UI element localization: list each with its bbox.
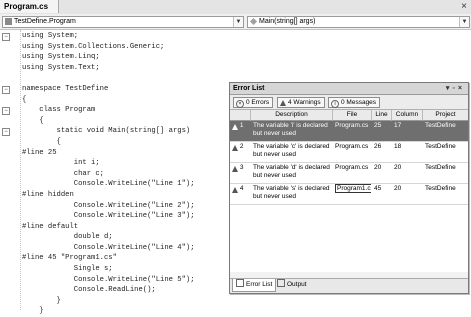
- code-line: − static void Main(string[] args): [2, 126, 252, 137]
- error-description: The variable 'i' is declared but never u…: [253, 122, 328, 137]
- type-dropdown-value: TestDefine.Program: [14, 18, 76, 25]
- messages-filter-button[interactable]: i0 Messages: [328, 97, 381, 108]
- error-description: The variable 'd' is declared but never u…: [253, 164, 330, 179]
- error-list-panel: Error List ▾▫× × 0 Errors 4 Warnings i0 M…: [229, 82, 469, 294]
- collapse-icon[interactable]: −: [2, 128, 10, 137]
- code-line: using System.Text;: [22, 63, 100, 72]
- error-line: 20: [374, 164, 382, 171]
- code-line: int i;: [22, 159, 100, 168]
- error-list-icon: [236, 279, 244, 287]
- code-line: #line default: [22, 222, 79, 231]
- code-line: {: [22, 116, 44, 125]
- type-dropdown[interactable]: TestDefine.Program ▼: [2, 16, 244, 28]
- chevron-down-icon[interactable]: ▼: [233, 17, 243, 27]
- tab-output[interactable]: Output: [274, 279, 310, 291]
- code-line: Single s;: [22, 265, 113, 274]
- member-dropdown-value: Main(string[] args): [259, 18, 316, 25]
- member-dropdown[interactable]: Main(string[] args) ▼: [247, 16, 470, 28]
- warnings-filter-button[interactable]: 4 Warnings: [277, 97, 325, 108]
- table-row[interactable]: 3 The variable 'd' is declared but never…: [230, 163, 468, 184]
- error-project: TestDefine: [425, 185, 456, 192]
- error-file: Program.cs: [335, 143, 369, 150]
- error-project: TestDefine: [425, 143, 456, 150]
- panel-tab-strip: Error List Output: [230, 278, 468, 293]
- table-row[interactable]: 1 The variable 'i' is declared but never…: [230, 121, 468, 142]
- code-line: Console.WriteLine("Line 1");: [22, 180, 195, 189]
- method-icon: [249, 17, 258, 26]
- error-filter-bar: × 0 Errors 4 Warnings i0 Messages: [230, 95, 468, 110]
- output-icon: [277, 279, 285, 287]
- code-line: − using System;: [2, 31, 252, 42]
- error-file: Program1.cs: [333, 184, 371, 204]
- warning-icon: [232, 124, 238, 130]
- code-line: Console.WriteLine("Line 3");: [22, 212, 195, 221]
- info-icon: i: [331, 100, 339, 108]
- warning-icon: [232, 166, 238, 172]
- code-line: #line hidden: [22, 190, 74, 199]
- warning-icon: [232, 187, 238, 193]
- close-icon[interactable]: ×: [458, 85, 465, 92]
- class-icon: [5, 18, 12, 25]
- code-line: }: [22, 296, 61, 305]
- code-line: {: [22, 95, 27, 104]
- error-icon: ×: [236, 100, 244, 108]
- error-file: Program.cs: [335, 164, 369, 171]
- error-project: TestDefine: [425, 122, 456, 129]
- error-list-title: Error List: [233, 85, 265, 92]
- table-row[interactable]: 2 The variable 'c' is declared but never…: [230, 142, 468, 163]
- error-line: 45: [374, 185, 382, 192]
- error-column: 18: [394, 143, 402, 150]
- code-line: #line 25: [22, 148, 57, 157]
- code-line: char c;: [22, 169, 104, 178]
- tab-program-cs[interactable]: Program.cs: [0, 0, 60, 13]
- document-tab-strip: Program.cs ×: [0, 0, 471, 15]
- error-column: 20: [394, 164, 402, 171]
- warning-icon: [280, 100, 286, 106]
- code-line: using System.Collections.Generic;: [22, 42, 165, 51]
- errors-filter-button[interactable]: × 0 Errors: [233, 97, 274, 108]
- window-buttons: ▾▫×: [446, 83, 465, 94]
- error-line: 25: [374, 122, 382, 129]
- navigation-bar: TestDefine.Program ▼ Main(string[] args)…: [0, 14, 471, 30]
- close-icon[interactable]: ×: [461, 0, 467, 13]
- collapse-icon[interactable]: −: [2, 107, 10, 116]
- error-line: 26: [374, 143, 382, 150]
- warning-icon: [232, 145, 238, 151]
- error-description: The variable 's' is declared but never u…: [253, 185, 330, 200]
- code-editor[interactable]: − using System; using System.Collections.…: [2, 31, 252, 317]
- column-header-icon[interactable]: [230, 110, 251, 121]
- error-grid: Description File Line Column Project 1 T…: [230, 110, 468, 272]
- error-file: Program.cs: [335, 122, 369, 129]
- error-column: 17: [394, 122, 402, 129]
- code-line: Console.ReadLine();: [22, 286, 156, 295]
- table-row[interactable]: 4 The variable 's' is declared but never…: [230, 184, 468, 205]
- code-line: − namespace TestDefine: [2, 84, 252, 95]
- column-header-line[interactable]: Line: [372, 110, 392, 121]
- tab-program-cs-label: Program.cs: [4, 2, 49, 11]
- error-list-titlebar[interactable]: Error List ▾▫×: [230, 83, 468, 95]
- column-header-column[interactable]: Column: [392, 110, 423, 121]
- editor-gutter: [0, 30, 21, 310]
- code-line: Console.WriteLine("Line 4");: [22, 243, 195, 252]
- code-line: using System.Linq;: [22, 53, 100, 62]
- collapse-icon[interactable]: −: [2, 85, 10, 94]
- column-header-file[interactable]: File: [333, 110, 372, 121]
- error-description: The variable 'c' is declared but never u…: [253, 143, 330, 158]
- code-line: Console.WriteLine("Line 5");: [22, 275, 195, 284]
- chevron-down-icon[interactable]: ▼: [459, 17, 469, 27]
- column-header-project[interactable]: Project: [423, 110, 468, 121]
- collapse-icon[interactable]: −: [2, 33, 10, 41]
- code-line: Console.WriteLine("Line 2");: [22, 201, 195, 210]
- error-column: 20: [394, 185, 402, 192]
- error-project: TestDefine: [425, 164, 456, 171]
- code-line: }: [22, 307, 44, 316]
- code-line: double d;: [22, 233, 113, 242]
- tab-error-list[interactable]: Error List: [232, 279, 277, 292]
- code-line: #line 45 "Program1.cs": [22, 254, 117, 263]
- column-header-description[interactable]: Description: [251, 110, 333, 121]
- code-line: {: [22, 137, 61, 146]
- code-line: − class Program: [2, 105, 252, 116]
